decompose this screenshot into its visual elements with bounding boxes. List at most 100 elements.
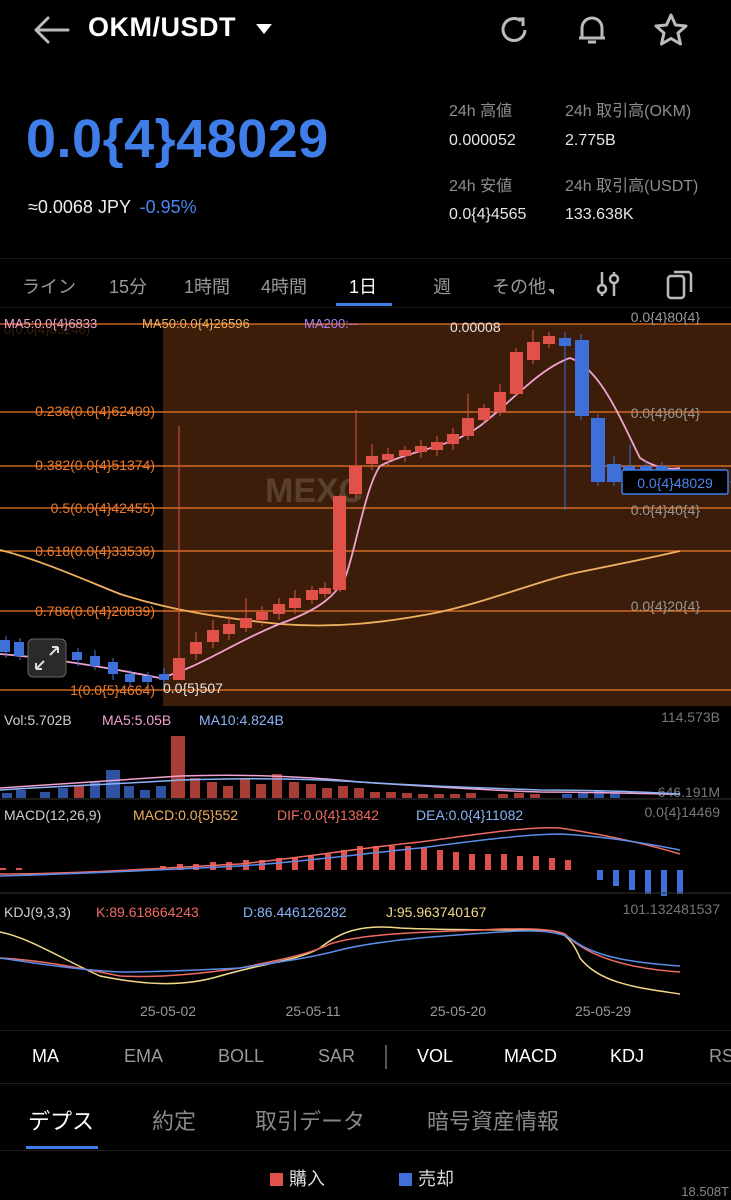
- macd-bar: [389, 846, 395, 870]
- current-price-tag-text: 0.0{4}48029: [637, 475, 713, 491]
- volume-bar: [578, 793, 588, 798]
- tab-trades[interactable]: 約定: [152, 1104, 196, 1136]
- candle: [319, 588, 331, 594]
- macd-bar: [517, 856, 523, 870]
- candle: [349, 466, 362, 494]
- ind-ema[interactable]: EMA: [124, 1046, 163, 1067]
- candle: [415, 446, 427, 452]
- volume-bar: [207, 782, 217, 798]
- candle: [478, 408, 490, 420]
- bell-icon[interactable]: [572, 10, 612, 50]
- vol-ma5-label: MA5:5.05B: [102, 712, 171, 728]
- fib-label-0236: 0.236(0.0{4}62409): [35, 403, 155, 419]
- ind-kdj[interactable]: KDJ: [610, 1046, 644, 1067]
- bottom-tabs: デプス 約定 取引データ 暗号資産情報: [0, 1083, 731, 1151]
- candlestick-chart[interactable]: MEXC MA5:0.0{4}6833 MA50:0.0{4}26596 MA2…: [0, 308, 731, 1030]
- y-tick: 0.0{4}20{4}: [631, 598, 701, 614]
- indicator-settings-icon[interactable]: [594, 269, 622, 299]
- ind-vol[interactable]: VOL: [417, 1046, 453, 1067]
- dea-line: [0, 833, 681, 877]
- vol-okm-label: 24h 取引高(OKM): [565, 103, 692, 120]
- more-triangle-icon: [548, 289, 554, 295]
- dropdown-caret-icon[interactable]: [256, 24, 272, 34]
- candle: [431, 442, 443, 450]
- date-tick: 25-05-02: [140, 1003, 196, 1019]
- tab-15m[interactable]: 15分: [109, 273, 147, 299]
- indicator-bar: MA EMA BOLL SAR VOL MACD KDJ RS: [0, 1030, 731, 1082]
- d-line: [0, 930, 681, 973]
- volume-bar: [338, 786, 348, 798]
- volume-bar: [140, 790, 150, 798]
- legend-sell-label: 売却: [418, 1169, 454, 1189]
- candle: [207, 630, 219, 642]
- high-label: 24h 高値: [449, 103, 513, 120]
- indicator-separator: [385, 1045, 387, 1069]
- tab-1d[interactable]: 1日: [349, 273, 377, 299]
- pair-title[interactable]: OKM/USDT: [88, 12, 236, 43]
- refresh-icon[interactable]: [494, 10, 534, 50]
- d-value: D:86.446126282: [243, 904, 347, 920]
- vol-min: 646.191M: [658, 784, 720, 800]
- fullscreen-icon[interactable]: [664, 268, 694, 300]
- volume-bar: [322, 788, 332, 798]
- tab-more-label: その他: [492, 277, 546, 297]
- fiat-price: ≈0.0068 JPY -0.95%: [28, 197, 197, 218]
- volume-bar: [354, 788, 364, 798]
- fib-label-0382: 0.382(0.0{4}51374): [35, 457, 155, 473]
- tab-crypto-info[interactable]: 暗号資産情報: [427, 1104, 559, 1136]
- candle: [607, 464, 621, 482]
- approx-value: ≈0.0068: [28, 197, 93, 217]
- candle: [223, 624, 235, 634]
- macd-bar: [453, 852, 459, 870]
- macd-bar: [597, 870, 603, 880]
- low-value: 0.0{4}4565: [449, 206, 527, 223]
- candle: [366, 456, 378, 464]
- tab-1h[interactable]: 1時間: [184, 273, 230, 299]
- macd-bar: [437, 850, 443, 870]
- ind-boll[interactable]: BOLL: [218, 1046, 264, 1067]
- ind-rsi[interactable]: RS: [709, 1046, 731, 1067]
- tab-depth[interactable]: デプス: [28, 1104, 94, 1136]
- macd-title: MACD(12,26,9): [4, 807, 101, 823]
- volume-bar: [562, 794, 572, 798]
- bottom-tab-underline: [26, 1146, 98, 1149]
- back-arrow-icon[interactable]: [32, 14, 72, 46]
- macd-bar: [292, 858, 298, 870]
- volume-bar: [466, 793, 476, 798]
- candle: [125, 674, 135, 682]
- candle: [510, 352, 523, 394]
- macd-max: 0.0{4}14469: [644, 804, 720, 820]
- volume-bar: [498, 794, 508, 798]
- ind-ma[interactable]: MA: [32, 1046, 59, 1067]
- macd-bar: [341, 850, 347, 870]
- volume-bar: [58, 788, 68, 798]
- volume-bar: [2, 793, 12, 798]
- tab-more[interactable]: その他: [492, 273, 554, 299]
- volume-bar: [124, 786, 134, 798]
- tab-trade-data[interactable]: 取引データ: [255, 1104, 365, 1136]
- watermark: MEXC: [265, 472, 363, 510]
- kdj-title: KDJ(9,3,3): [4, 904, 71, 920]
- volume-bar: [40, 792, 50, 798]
- volume-bar: [156, 786, 166, 798]
- candle: [333, 496, 346, 590]
- y-tick: 0.0{4}60{4}: [631, 405, 701, 421]
- top-bar: OKM/USDT: [0, 0, 731, 60]
- price-change: -0.95%: [139, 197, 197, 217]
- volume-bar: [240, 778, 250, 798]
- volume-bar: [450, 794, 460, 798]
- candle: [90, 656, 100, 666]
- ind-sar[interactable]: SAR: [318, 1046, 355, 1067]
- macd-bar: [501, 854, 507, 870]
- macd-bar: [613, 870, 619, 886]
- tab-week[interactable]: 週: [433, 273, 451, 299]
- tab-4h[interactable]: 4時間: [261, 273, 307, 299]
- buy-swatch: [270, 1173, 283, 1186]
- high-marker: 0.00008: [450, 319, 501, 335]
- candle: [591, 418, 605, 482]
- volume-bar: [223, 786, 233, 798]
- star-icon[interactable]: [651, 10, 691, 50]
- ind-macd[interactable]: MACD: [504, 1046, 557, 1067]
- tab-line[interactable]: ライン: [22, 273, 76, 299]
- volume-bar: [434, 794, 444, 798]
